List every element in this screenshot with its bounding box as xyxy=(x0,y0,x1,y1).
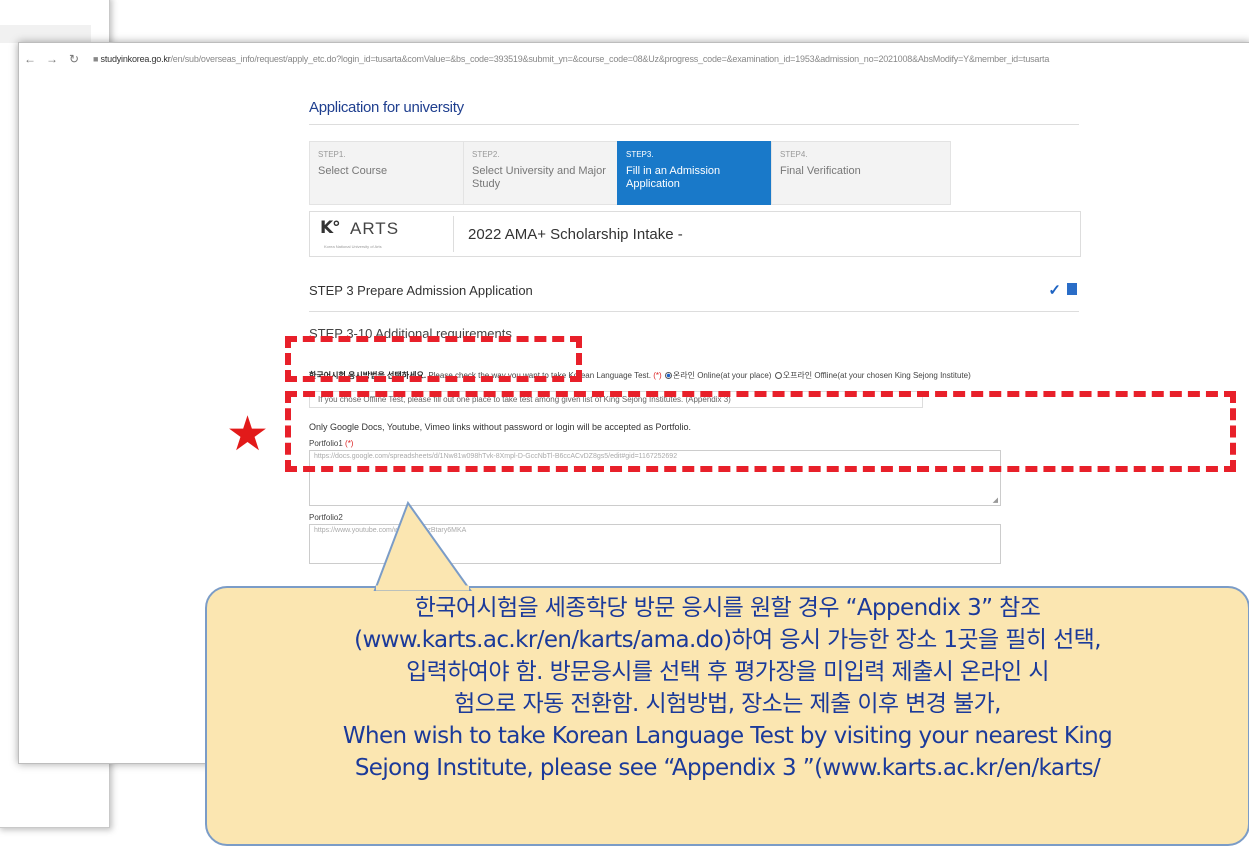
address-bar[interactable]: ← → ↻ ■ studyinkorea.go.kr/en/sub/overse… xyxy=(19,43,1249,75)
step-number: STEP3. xyxy=(626,150,654,159)
url-path: /en/sub/overseas_info/request/apply_etc.… xyxy=(170,54,1050,64)
portfolio2-value: https://www.youtube.com/watch?v=uzBtary6… xyxy=(314,527,467,534)
page-title: Application for university xyxy=(309,95,1079,125)
arrow-left-icon[interactable]: ← xyxy=(19,52,41,66)
step-3-active: STEP3. Fill in an Admission Application xyxy=(617,141,772,205)
callout-line: 입력하여야 함. 방문응시를 선택 후 평가장을 미입력 제출시 온라인 시 xyxy=(406,659,1049,685)
portfolio2-textarea[interactable]: https://www.youtube.com/watch?v=uzBtary6… xyxy=(309,524,1001,564)
university-banner: K° ARTS Korea National University of Arts… xyxy=(309,211,1081,257)
radio-offline[interactable] xyxy=(774,372,782,380)
step-1: STEP1. Select Course xyxy=(309,141,464,205)
arrow-right-icon[interactable]: → xyxy=(41,52,63,66)
callout-line: (www.karts.ac.kr/en/karts/ama.do)하여 응시 가… xyxy=(354,627,1101,653)
radio-online-label: 온라인 Online(at your place) xyxy=(672,371,772,380)
lock-icon: ■ xyxy=(93,54,101,64)
step-number: STEP4. xyxy=(780,150,808,159)
step-label: Fill in an Admission Application xyxy=(626,165,721,190)
radio-offline-label: 오프라인 Offline(at your chosen King Sejong … xyxy=(782,371,971,380)
university-logo: K° ARTS Korea National University of Arts xyxy=(310,216,454,252)
intake-title: 2022 AMA+ Scholarship Intake - xyxy=(468,225,683,243)
step-label: Final Verification xyxy=(780,165,861,177)
step-number: STEP1. xyxy=(318,150,346,159)
step-label: Select Course xyxy=(318,165,388,177)
document-icon[interactable] xyxy=(1067,283,1077,295)
callout-line: 험으로 자동 전환함. 시험방법, 장소는 제출 이후 변경 불가, xyxy=(454,691,1001,717)
step-2: STEP2. Select University and Major Study xyxy=(463,141,618,205)
reload-icon[interactable]: ↻ xyxy=(63,52,85,66)
url-host: studyinkorea.go.kr xyxy=(100,54,171,64)
logo-mark: K° xyxy=(320,218,341,238)
resize-grip-icon[interactable]: ◢ xyxy=(993,496,998,504)
radio-online[interactable] xyxy=(664,372,672,380)
callout-text: 한국어시험을 세종학당 방문 응시를 원할 경우 “Appendix 3” 참조… xyxy=(205,592,1249,784)
step-4: STEP4. Final Verification xyxy=(771,141,951,205)
callout-line: 한국어시험을 세종학당 방문 응시를 원할 경우 “Appendix 3” 참조 xyxy=(414,595,1041,621)
main-content: Application for university STEP1. Select… xyxy=(309,95,1081,564)
star-icon: ★ xyxy=(226,406,270,462)
callout-line: Sejong Institute, please see “Appendix 3… xyxy=(354,755,1101,781)
step-number: STEP2. xyxy=(472,150,500,159)
logo-wordmark: ARTS xyxy=(350,219,400,238)
highlight-box-offline-location xyxy=(285,391,1236,472)
step-label: Select University and Major Study xyxy=(472,165,606,190)
check-icon: ✓ xyxy=(1048,282,1061,299)
highlight-box-test-method xyxy=(285,336,582,382)
section-header[interactable]: STEP 3 Prepare Admission Application ✓ xyxy=(309,282,1079,312)
background-window-tab xyxy=(0,25,91,43)
url-text[interactable]: ■ studyinkorea.go.kr/en/sub/overseas_inf… xyxy=(93,54,1049,64)
step-indicator: STEP1. Select Course STEP2. Select Unive… xyxy=(309,141,951,205)
required-mark: (*) xyxy=(653,371,662,380)
callout-line: When wish to take Korean Language Test b… xyxy=(342,723,1113,749)
section-title: STEP 3 Prepare Admission Application xyxy=(309,283,533,298)
logo-subtext: Korea National University of Arts xyxy=(324,244,382,249)
portfolio2-label: Portfolio2 xyxy=(309,513,343,522)
